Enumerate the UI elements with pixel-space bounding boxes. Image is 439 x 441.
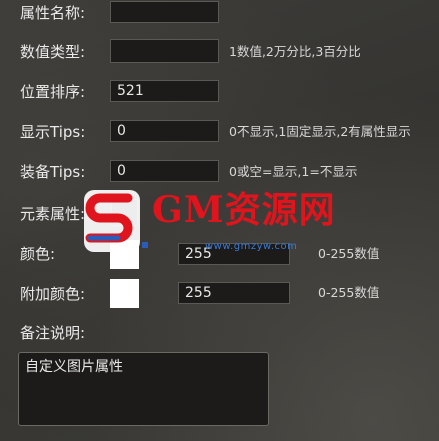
color-swatch[interactable] xyxy=(110,240,139,269)
show-tips-label: 显示Tips: xyxy=(20,123,86,141)
sort-label: 位置排序: xyxy=(20,83,86,101)
color-label: 颜色: xyxy=(20,245,56,263)
remark-textarea[interactable]: 自定义图片属性 xyxy=(18,352,269,426)
attribute-form: 属性名称: 数值类型: 1数值,2万分比,3百分比 位置排序: 521 显示Ti… xyxy=(0,0,439,441)
watermark-url: www.gmzyw.com xyxy=(205,241,298,252)
watermark-text: GM资源网 xyxy=(152,189,336,231)
value-type-hint: 1数值,2万分比,3百分比 xyxy=(229,44,361,59)
remark-label: 备注说明: xyxy=(20,324,86,342)
extra-color-hint: 0-255数值 xyxy=(318,285,380,300)
show-tips-input[interactable]: 0 xyxy=(110,120,219,142)
equip-tips-input[interactable]: 0 xyxy=(110,160,219,182)
element-label: 元素属性: xyxy=(20,205,86,223)
value-type-input[interactable] xyxy=(110,39,219,63)
value-type-label: 数值类型: xyxy=(20,43,86,61)
color-hint: 0-255数值 xyxy=(318,246,380,261)
equip-tips-label: 装备Tips: xyxy=(20,163,86,181)
extra-color-value-input[interactable]: 255 xyxy=(178,282,290,304)
element-checkbox[interactable] xyxy=(111,199,138,226)
attr-name-label: 属性名称: xyxy=(20,4,86,22)
sort-input[interactable]: 521 xyxy=(110,80,219,102)
show-tips-hint: 0不显示,1固定显示,2有属性显示 xyxy=(229,124,411,139)
equip-tips-hint: 0或空=显示,1=不显示 xyxy=(229,164,358,179)
extra-color-swatch[interactable] xyxy=(110,279,139,308)
attr-name-input[interactable] xyxy=(110,1,219,23)
extra-color-label: 附加颜色: xyxy=(20,285,86,303)
